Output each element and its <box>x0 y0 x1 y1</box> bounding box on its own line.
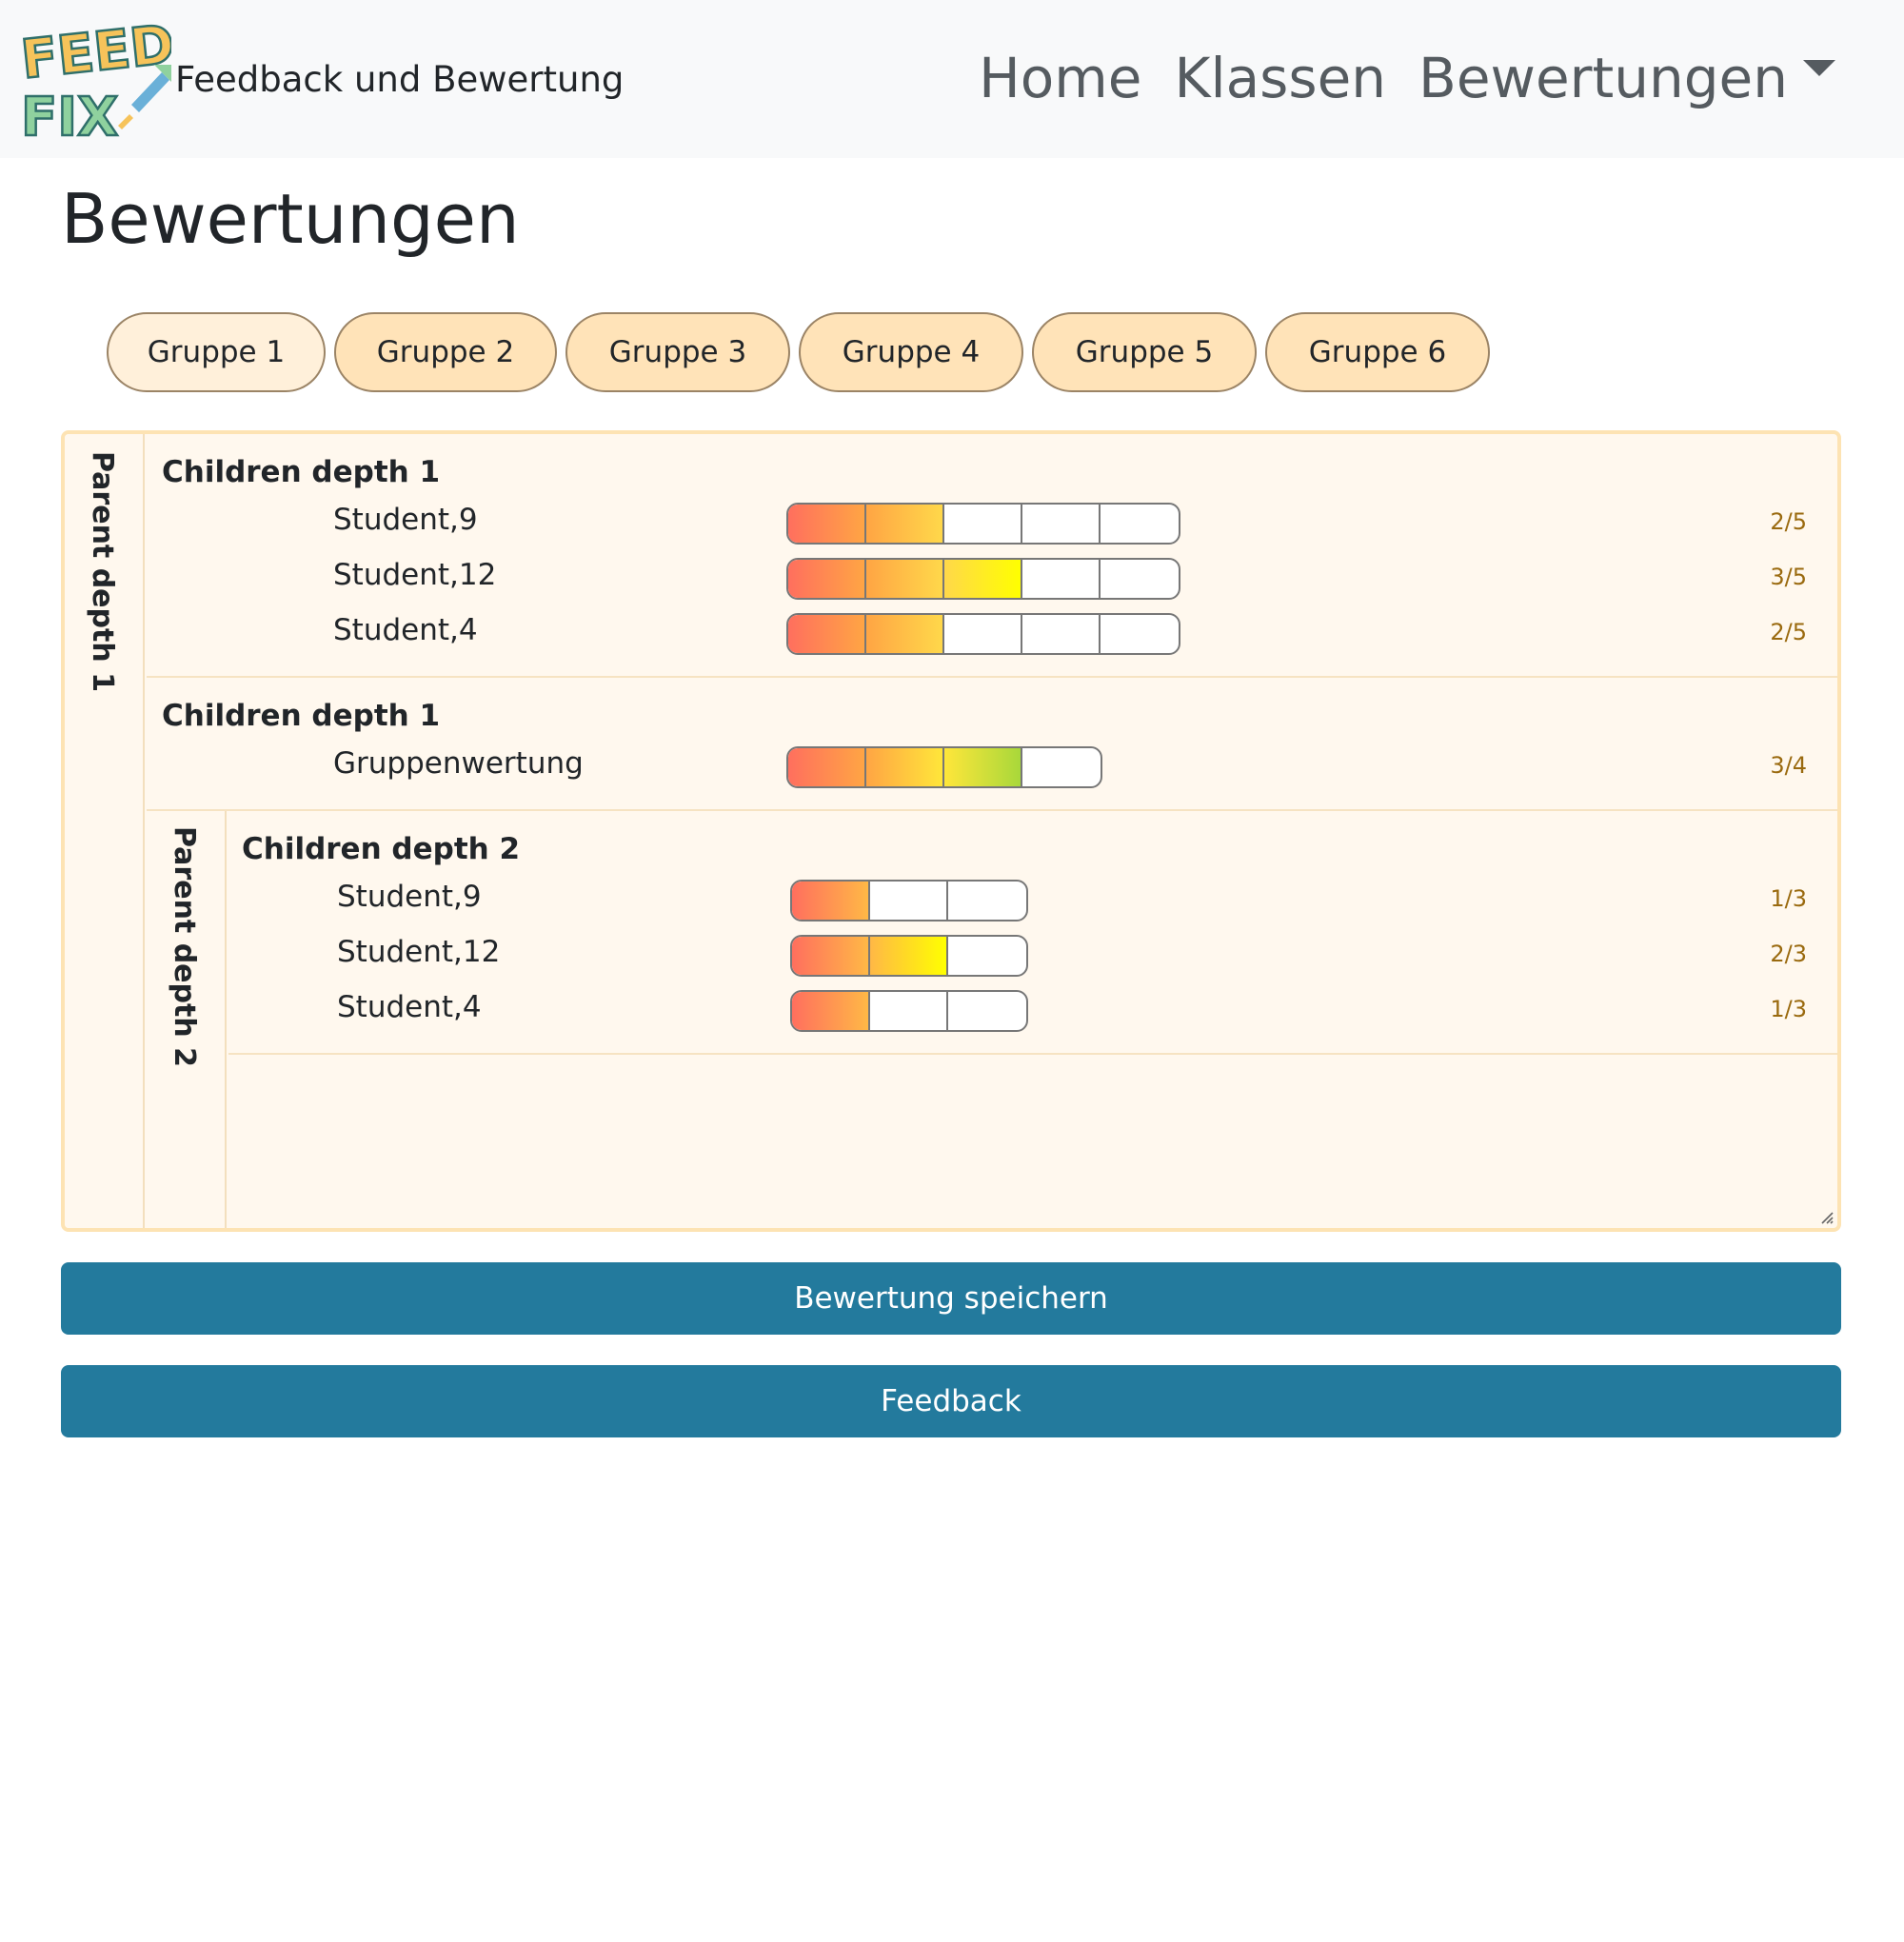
section-title: Children depth 1 <box>162 699 441 733</box>
save-rating-button[interactable]: Bewertung speichern <box>61 1262 1841 1335</box>
chevron-down-icon <box>1803 60 1835 77</box>
nav-link-home[interactable]: Home <box>979 46 1141 110</box>
rating-bar[interactable] <box>786 503 1180 545</box>
rating-segment-1[interactable] <box>792 882 870 920</box>
rating-row: Student,12 2/3 <box>228 925 1837 981</box>
rating-segment-4[interactable] <box>1022 748 1101 786</box>
row-score: 1/3 <box>1770 885 1807 912</box>
parent-depth-2-column: Parent depth 2 <box>147 811 227 1228</box>
feedfix-logo[interactable]: FEED FIX <box>19 13 171 147</box>
rating-bar[interactable] <box>786 613 1180 655</box>
rating-segment-4[interactable] <box>1022 560 1101 598</box>
rating-bar[interactable] <box>790 990 1028 1032</box>
rating-segment-3[interactable] <box>944 560 1022 598</box>
row-score: 2/5 <box>1770 508 1807 535</box>
section-title: Children depth 1 <box>162 455 441 489</box>
nav-dropdown-bewertungen[interactable]: Bewertungen <box>1418 46 1835 110</box>
rating-row: Gruppenwertung 3/4 <box>147 737 1837 792</box>
group-tabs: Gruppe 1 Gruppe 2 Gruppe 3 Gruppe 4 Grup… <box>107 312 1490 392</box>
rating-segment-1[interactable] <box>788 748 866 786</box>
tab-gruppe-6[interactable]: Gruppe 6 <box>1265 312 1490 392</box>
row-label: Student,4 <box>337 990 482 1024</box>
rating-segment-2[interactable] <box>866 748 944 786</box>
feedback-button[interactable]: Feedback <box>61 1365 1841 1437</box>
nav-link-klassen[interactable]: Klassen <box>1174 46 1386 110</box>
logo-word-2: FIX <box>21 87 118 147</box>
tab-gruppe-1[interactable]: Gruppe 1 <box>107 312 326 392</box>
row-score: 2/3 <box>1770 941 1807 967</box>
tab-gruppe-2[interactable]: Gruppe 2 <box>334 312 557 392</box>
rating-segment-1[interactable] <box>788 615 866 653</box>
rating-segment-1[interactable] <box>792 992 870 1030</box>
logo-word-1: FEED <box>19 13 171 90</box>
rating-bar[interactable] <box>790 880 1028 921</box>
rating-segment-3[interactable] <box>944 748 1022 786</box>
row-label: Student,12 <box>337 935 501 969</box>
rating-segment-2[interactable] <box>866 615 944 653</box>
rating-segment-3[interactable] <box>948 882 1026 920</box>
rating-segment-1[interactable] <box>788 505 866 543</box>
rating-row: Student,9 2/5 <box>147 493 1837 548</box>
rating-segment-3[interactable] <box>948 992 1026 1030</box>
row-label: Student,9 <box>333 503 478 537</box>
row-score: 1/3 <box>1770 996 1807 1022</box>
tab-gruppe-4[interactable]: Gruppe 4 <box>799 312 1023 392</box>
rubric-section-3: Children depth 2 Student,9 1/3 Student,1… <box>228 811 1837 1055</box>
rating-segment-1[interactable] <box>788 560 866 598</box>
page-title: Bewertungen <box>61 179 520 259</box>
nav-links: Home Klassen Bewertungen <box>979 46 1835 110</box>
rubric-section-1: Children depth 1 Student,9 2/5 Student,1… <box>147 434 1837 678</box>
rating-row: Student,9 1/3 <box>228 870 1837 925</box>
row-label: Student,9 <box>337 880 482 914</box>
rating-segment-3[interactable] <box>944 505 1022 543</box>
rating-bar[interactable] <box>790 935 1028 977</box>
rating-segment-2[interactable] <box>866 560 944 598</box>
rating-segment-2[interactable] <box>870 992 948 1030</box>
row-label: Student,4 <box>333 613 478 647</box>
rating-segment-4[interactable] <box>1022 505 1101 543</box>
rating-row: Student,12 3/5 <box>147 548 1837 604</box>
rating-segment-5[interactable] <box>1101 505 1179 543</box>
rating-segment-5[interactable] <box>1101 615 1179 653</box>
brand-title[interactable]: Feedback und Bewertung <box>175 59 624 100</box>
rating-segment-2[interactable] <box>866 505 944 543</box>
resize-handle-icon[interactable] <box>1818 1209 1834 1224</box>
tab-gruppe-5[interactable]: Gruppe 5 <box>1032 312 1257 392</box>
rating-segment-4[interactable] <box>1022 615 1101 653</box>
row-label: Gruppenwertung <box>333 746 584 781</box>
rating-segment-5[interactable] <box>1101 560 1179 598</box>
rating-segment-2[interactable] <box>870 882 948 920</box>
navbar: FEED FIX Feedback und Bewertung Home Kla… <box>0 0 1904 158</box>
row-label: Student,12 <box>333 558 497 592</box>
rubric-panel: Parent depth 1 Children depth 1 Student,… <box>61 430 1841 1232</box>
nav-link-bewertungen-label: Bewertungen <box>1418 46 1788 110</box>
tab-gruppe-3[interactable]: Gruppe 3 <box>565 312 790 392</box>
row-score: 3/5 <box>1770 564 1807 590</box>
row-score: 3/4 <box>1770 752 1807 779</box>
parent-depth-1-column: Parent depth 1 <box>65 434 145 1228</box>
rating-segment-1[interactable] <box>792 937 870 975</box>
section-title: Children depth 2 <box>242 832 521 866</box>
rating-segment-2[interactable] <box>870 937 948 975</box>
rubric-section-2: Children depth 1 Gruppenwertung 3/4 <box>147 678 1837 811</box>
parent-depth-2-label: Parent depth 2 <box>168 826 201 1068</box>
rating-segment-3[interactable] <box>948 937 1026 975</box>
rating-bar[interactable] <box>786 746 1102 788</box>
parent-depth-1-label: Parent depth 1 <box>86 451 119 693</box>
rating-row: Student,4 1/3 <box>228 981 1837 1036</box>
row-score: 2/5 <box>1770 619 1807 645</box>
rating-row: Student,4 2/5 <box>147 604 1837 659</box>
rating-segment-3[interactable] <box>944 615 1022 653</box>
rating-bar[interactable] <box>786 558 1180 600</box>
